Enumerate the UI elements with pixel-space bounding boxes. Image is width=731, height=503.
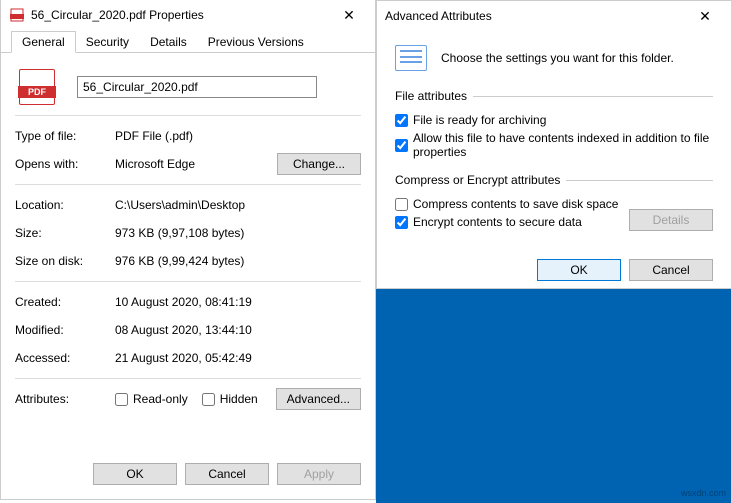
readonly-text: Read-only [133, 392, 188, 406]
tab-security[interactable]: Security [75, 31, 140, 53]
compress-checkbox[interactable] [395, 198, 408, 211]
advanced-titlebar: Advanced Attributes ✕ [377, 1, 731, 31]
properties-title: 56_Circular_2020.pdf Properties [31, 8, 327, 22]
label-location: Location: [15, 198, 115, 212]
properties-window: 56_Circular_2020.pdf Properties ✕ Genera… [0, 0, 376, 500]
ok-button[interactable]: OK [93, 463, 177, 485]
hidden-checkbox-label[interactable]: Hidden [202, 392, 276, 406]
label-type-of-file: Type of file: [15, 129, 115, 143]
compress-text: Compress contents to save disk space [413, 197, 618, 211]
label-created: Created: [15, 295, 115, 309]
close-icon[interactable]: ✕ [683, 2, 727, 30]
adv-ok-button[interactable]: OK [537, 259, 621, 281]
details-button[interactable]: Details [629, 209, 713, 231]
value-accessed: 21 August 2020, 05:42:49 [115, 351, 252, 365]
cancel-button[interactable]: Cancel [185, 463, 269, 485]
archive-checkbox-label[interactable]: File is ready for archiving [395, 111, 713, 129]
value-size: 973 KB (9,97,108 bytes) [115, 226, 244, 240]
hidden-checkbox[interactable] [202, 393, 215, 406]
file-type-large-icon [19, 69, 55, 105]
general-tab-body: Type of file:PDF File (.pdf) Opens with:… [1, 52, 375, 455]
tab-strip: General Security Details Previous Versio… [1, 30, 375, 52]
value-type-of-file: PDF File (.pdf) [115, 129, 193, 143]
index-checkbox[interactable] [395, 139, 408, 152]
folder-settings-icon [395, 45, 427, 71]
compress-encrypt-group: Compress or Encrypt attributes Compress … [395, 173, 713, 235]
encrypt-text: Encrypt contents to secure data [413, 215, 582, 229]
advanced-title: Advanced Attributes [385, 9, 683, 23]
advanced-attributes-window: Advanced Attributes ✕ Choose the setting… [376, 0, 731, 289]
value-created: 10 August 2020, 08:41:19 [115, 295, 252, 309]
value-size-on-disk: 976 KB (9,99,424 bytes) [115, 254, 244, 268]
index-checkbox-label[interactable]: Allow this file to have contents indexed… [395, 129, 713, 161]
label-size: Size: [15, 226, 115, 240]
change-button[interactable]: Change... [277, 153, 361, 175]
label-opens-with: Opens with: [15, 157, 115, 171]
label-size-on-disk: Size on disk: [15, 254, 115, 268]
advanced-button[interactable]: Advanced... [276, 388, 361, 410]
value-location: C:\Users\admin\Desktop [115, 198, 245, 212]
index-text: Allow this file to have contents indexed… [413, 131, 713, 159]
watermark: wsxdn.com [681, 488, 726, 498]
archive-checkbox[interactable] [395, 114, 408, 127]
readonly-checkbox-label[interactable]: Read-only [115, 392, 188, 406]
encrypt-checkbox[interactable] [395, 216, 408, 229]
advanced-footer: OK Cancel [377, 253, 731, 291]
desktop-background [376, 289, 731, 503]
advanced-body: Choose the settings you want for this fo… [377, 31, 731, 253]
label-attributes: Attributes: [15, 392, 115, 406]
properties-titlebar: 56_Circular_2020.pdf Properties ✕ [1, 0, 375, 30]
tab-details[interactable]: Details [139, 31, 198, 53]
advanced-intro: Choose the settings you want for this fo… [441, 51, 674, 65]
file-attributes-group: File attributes File is ready for archiv… [395, 89, 713, 165]
readonly-checkbox[interactable] [115, 393, 128, 406]
adv-cancel-button[interactable]: Cancel [629, 259, 713, 281]
hidden-text: Hidden [220, 392, 258, 406]
archive-text: File is ready for archiving [413, 113, 546, 127]
value-modified: 08 August 2020, 13:44:10 [115, 323, 252, 337]
filename-input[interactable] [77, 76, 317, 98]
label-accessed: Accessed: [15, 351, 115, 365]
file-attributes-legend: File attributes [395, 89, 473, 103]
label-modified: Modified: [15, 323, 115, 337]
value-opens-with: Microsoft Edge [115, 157, 277, 171]
compress-encrypt-legend: Compress or Encrypt attributes [395, 173, 566, 187]
tab-general[interactable]: General [11, 31, 76, 53]
properties-footer: OK Cancel Apply [1, 455, 375, 497]
pdf-icon [9, 7, 25, 23]
apply-button[interactable]: Apply [277, 463, 361, 485]
tab-previous-versions[interactable]: Previous Versions [197, 31, 315, 53]
close-icon[interactable]: ✕ [327, 1, 371, 29]
